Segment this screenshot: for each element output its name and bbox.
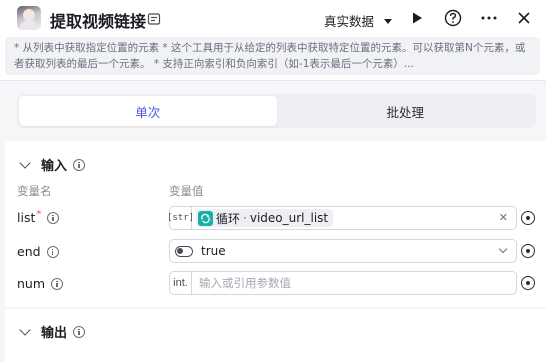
info-icon: [73, 158, 86, 171]
avatar-icon: [17, 6, 41, 30]
required-mark: *: [36, 209, 42, 220]
param-label-num: num: [17, 276, 64, 291]
help-button[interactable]: [443, 8, 463, 28]
boolean-icon: [175, 245, 193, 257]
column-header-value: 变量值: [169, 184, 204, 198]
more-icon: [481, 16, 497, 20]
mode-select-label: 真实数据: [324, 14, 375, 29]
tab-single[interactable]: 单次: [19, 96, 277, 126]
end-boolean-select[interactable]: true: [169, 239, 517, 263]
info-icon: [47, 211, 60, 224]
run-mode-tabs: 单次 批处理: [17, 94, 536, 128]
reference-source: 循环: [216, 211, 241, 226]
variable-picker-icon[interactable]: [521, 276, 535, 290]
num-placeholder: 输入或引用参数值: [199, 276, 291, 290]
edit-icon[interactable]: [147, 12, 161, 26]
input-section-title: 输入: [41, 159, 68, 174]
help-icon: [444, 9, 462, 27]
output-section-title: 输出: [41, 326, 68, 341]
header: 提取视频链接 真实数据: [0, 0, 552, 38]
mode-select[interactable]: 真实数据: [324, 11, 393, 30]
param-name: list: [17, 210, 36, 225]
num-input-field[interactable]: int. 输入或引用参数值: [169, 271, 517, 295]
type-tag: int.: [170, 272, 192, 294]
param-label-list: list *: [17, 209, 60, 225]
chevron-down-icon: [19, 323, 31, 336]
page-title: 提取视频链接: [50, 12, 147, 31]
reference-chip[interactable]: 循环 · video_url_list: [196, 209, 334, 227]
close-button[interactable]: [514, 8, 534, 28]
divider: [0, 80, 552, 81]
more-button[interactable]: [479, 8, 499, 28]
input-section-header[interactable]: 输入: [19, 155, 86, 174]
column-header-name: 变量名: [17, 184, 52, 198]
type-tag: [str]: [167, 207, 194, 229]
clear-icon[interactable]: ✕: [499, 211, 508, 224]
tool-description: * 从列表中获取指定位置的元素 * 这个工具用于从给定的列表中获取特定位置的元素…: [5, 37, 540, 75]
param-name: end: [17, 244, 41, 259]
param-label-end: end: [17, 244, 59, 259]
close-icon: [518, 12, 530, 24]
reference-variable: video_url_list: [249, 211, 329, 225]
info-icon: [51, 277, 64, 290]
param-name: num: [17, 276, 46, 291]
chevron-down-icon: [384, 19, 393, 24]
variable-picker-icon[interactable]: [521, 244, 535, 258]
tab-batch[interactable]: 批处理: [277, 96, 535, 126]
loop-icon: [198, 210, 213, 226]
scrollbar-track[interactable]: [546, 0, 552, 362]
variable-picker-icon[interactable]: [521, 211, 535, 225]
list-reference-field[interactable]: [str] 循环 · video_url_list ✕: [167, 206, 517, 230]
separator-dot: ·: [243, 211, 247, 225]
info-icon: [73, 325, 86, 338]
play-icon: [413, 12, 422, 24]
run-button[interactable]: [407, 8, 427, 28]
output-section-header[interactable]: 输出: [19, 322, 86, 341]
chevron-down-icon: [19, 156, 31, 169]
chevron-down-icon: [498, 244, 508, 254]
boolean-value: true: [201, 244, 226, 258]
info-icon: [46, 245, 59, 258]
output-card: [5, 309, 546, 362]
